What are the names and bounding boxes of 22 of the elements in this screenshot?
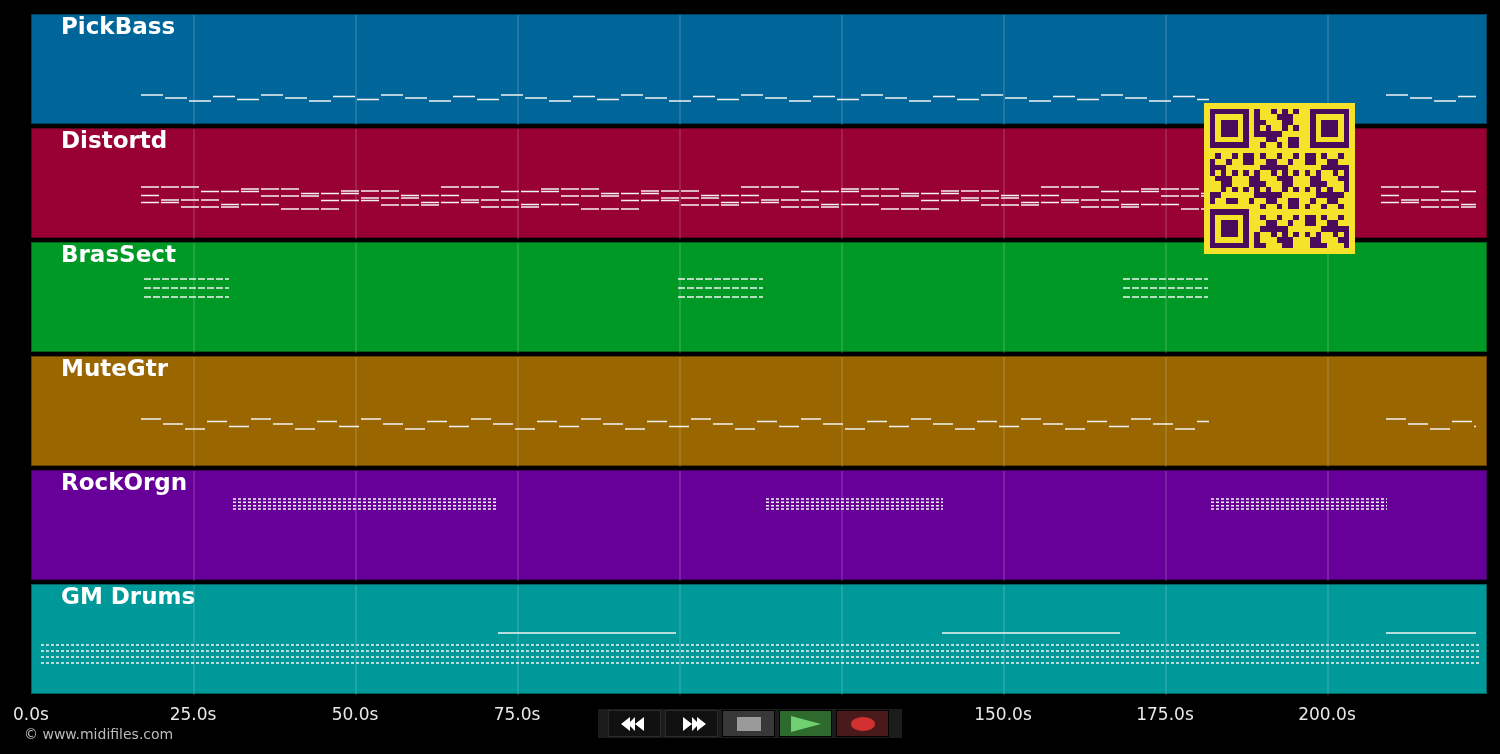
time-tick-label: 150.0s [974, 704, 1032, 724]
time-tick-label: 200.0s [1298, 704, 1356, 724]
play-button[interactable] [779, 710, 832, 737]
forward-button[interactable] [665, 710, 718, 737]
record-icon [850, 716, 875, 731]
track-name: Distortd [61, 126, 168, 154]
track-name: MuteGtr [61, 354, 169, 382]
stop-icon [736, 716, 761, 731]
track-name: BrasSect [61, 240, 176, 268]
play-icon [790, 715, 821, 732]
rewind-button[interactable] [608, 710, 661, 737]
stop-button[interactable] [722, 710, 775, 737]
track-name: GM Drums [61, 582, 196, 610]
track-name: PickBass [61, 12, 176, 40]
time-tick-label: 25.0s [169, 704, 217, 724]
record-button[interactable] [836, 710, 889, 737]
time-tick-label: 50.0s [331, 704, 379, 724]
time-tick-label: 175.0s [1136, 704, 1194, 724]
track-name: RockOrgn [61, 468, 188, 496]
time-tick-label: 75.0s [493, 704, 541, 724]
time-tick-label: 0.0s [13, 704, 49, 724]
copyright-text: © www.midifiles.com [24, 726, 174, 742]
